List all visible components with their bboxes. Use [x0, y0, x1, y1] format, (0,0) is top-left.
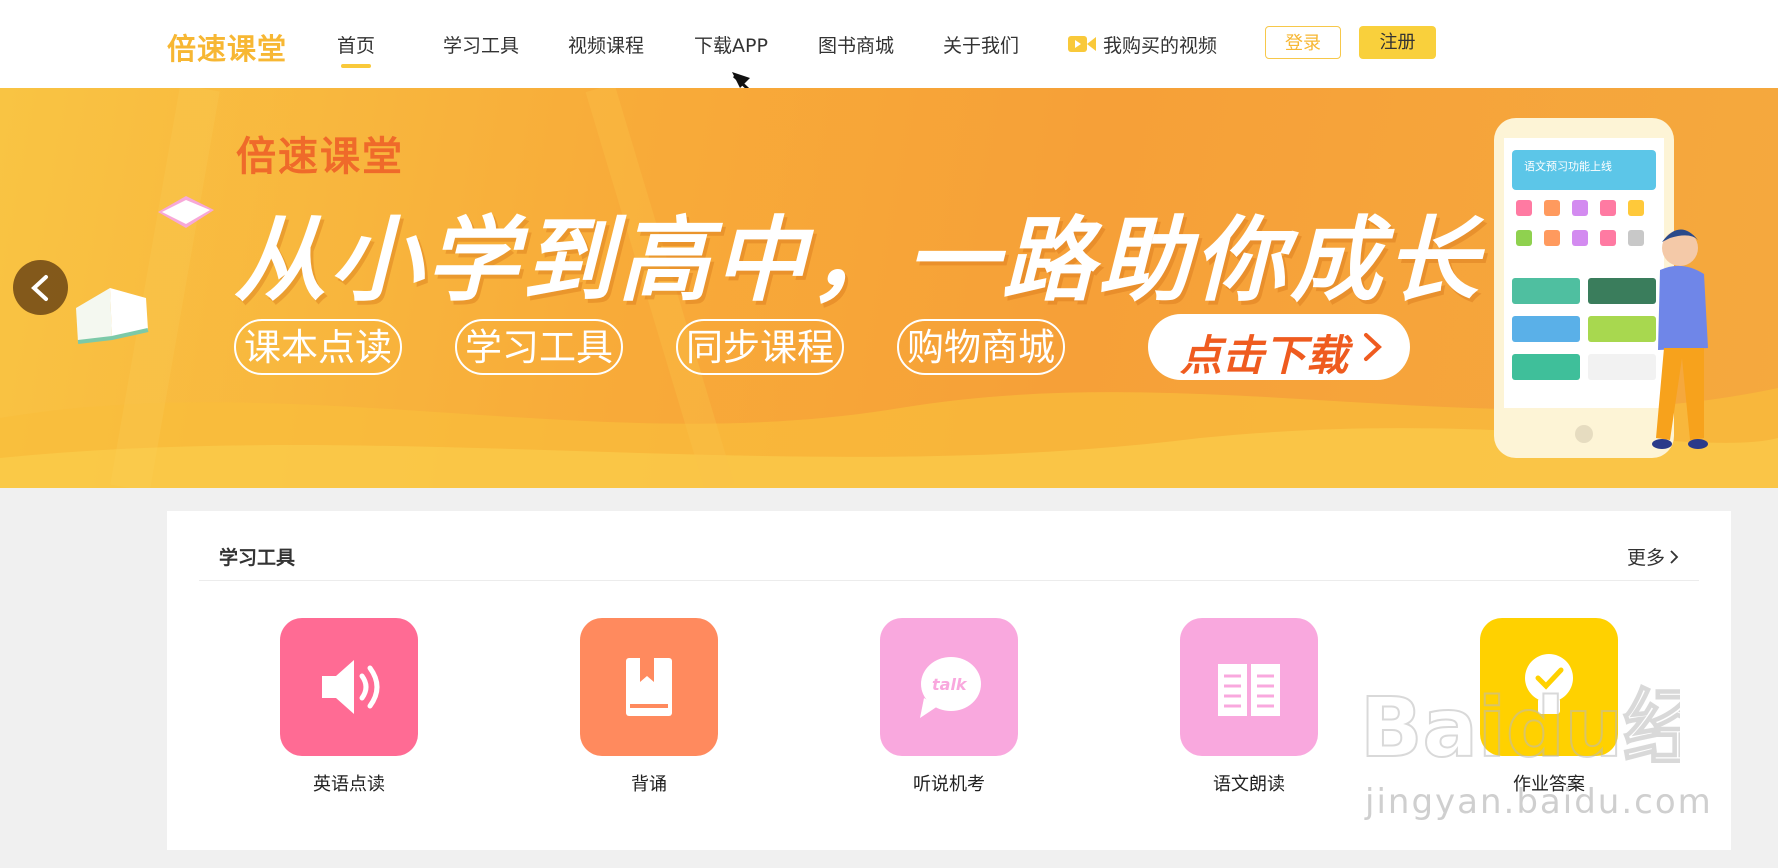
banner-brand: 倍速课堂: [236, 134, 404, 180]
watermark-url: jingyan.baidu.com: [1365, 782, 1713, 822]
tool-oral-exam[interactable]: talk 听说机考: [849, 618, 1049, 808]
small-book-illustration: [158, 196, 214, 228]
top-navigation-bar: 倍速课堂 首页 学习工具 视频课程 下载APP 图书商城 关于我们 我购买的视频…: [0, 0, 1778, 88]
nav-download-app[interactable]: 下载APP: [694, 31, 768, 58]
tool-recitation[interactable]: 背诵: [549, 618, 749, 808]
nav-about-us[interactable]: 关于我们: [943, 31, 1019, 58]
download-cta-button[interactable]: 点击下载: [1148, 314, 1410, 380]
open-book-icon: [1218, 664, 1280, 716]
tool-tile: [280, 618, 418, 756]
tool-tile: talk: [880, 618, 1018, 756]
pill-study-tools[interactable]: 学习工具: [455, 319, 623, 375]
more-link[interactable]: 更多: [1627, 543, 1679, 570]
speaker-icon: [322, 660, 380, 714]
login-button[interactable]: 登录: [1265, 26, 1341, 59]
pill-textbook-reading[interactable]: 课本点读: [234, 319, 402, 375]
nav-active-indicator: [341, 64, 371, 68]
nav-home[interactable]: 首页: [337, 31, 375, 58]
student-illustration: [1652, 229, 1708, 449]
video-camera-icon: [1068, 36, 1096, 52]
section-title: 学习工具: [219, 547, 296, 569]
tool-tile: [1180, 618, 1318, 756]
tool-label: 背诵: [631, 774, 667, 795]
banner-headline: 从小学到高中，一路助你成长: [234, 207, 1483, 314]
site-logo[interactable]: 倍速课堂: [167, 26, 287, 68]
nav-book-mall[interactable]: 图书商城: [818, 31, 894, 58]
open-book-illustration: [76, 288, 149, 344]
book-icon: [626, 658, 672, 716]
nav-study-tools[interactable]: 学习工具: [443, 31, 519, 58]
register-button[interactable]: 注册: [1359, 26, 1436, 59]
nav-video-courses[interactable]: 视频课程: [568, 31, 644, 58]
chevron-right-icon: [1364, 333, 1382, 361]
section-divider: [199, 580, 1699, 581]
tool-english-reading[interactable]: 英语点读: [249, 618, 449, 808]
tool-label: 英语点读: [313, 774, 385, 795]
cta-label: 点击下载: [1180, 331, 1349, 380]
watermark-logo-text: Baidu经验: [1360, 681, 1680, 776]
hero-banner[interactable]: 倍速课堂 从小学到高中，一路助你成长 课本点读 学习工具 同步课程 购物商城 点…: [0, 88, 1778, 488]
more-label: 更多: [1626, 547, 1665, 569]
pill-shopping-mall[interactable]: 购物商城: [897, 319, 1065, 375]
chevron-left-icon: [31, 275, 48, 301]
tool-chinese-reading[interactable]: 语文朗读: [1149, 618, 1349, 808]
phone-banner-text: 语文预习功能上线: [1524, 159, 1612, 173]
tool-label: 听说机考: [913, 774, 985, 795]
talk-bubble-icon: talk: [920, 657, 981, 718]
tool-label: 语文朗读: [1213, 774, 1285, 795]
baidu-watermark-logo: Baidu经验: [1360, 680, 1680, 777]
pill-sync-courses[interactable]: 同步课程: [676, 319, 844, 375]
nav-my-videos[interactable]: 我购买的视频: [1103, 31, 1217, 58]
chevron-right-icon: [1670, 549, 1679, 564]
carousel-prev-button[interactable]: [13, 260, 68, 315]
tool-tile: [580, 618, 718, 756]
svg-text:talk: talk: [932, 675, 968, 694]
